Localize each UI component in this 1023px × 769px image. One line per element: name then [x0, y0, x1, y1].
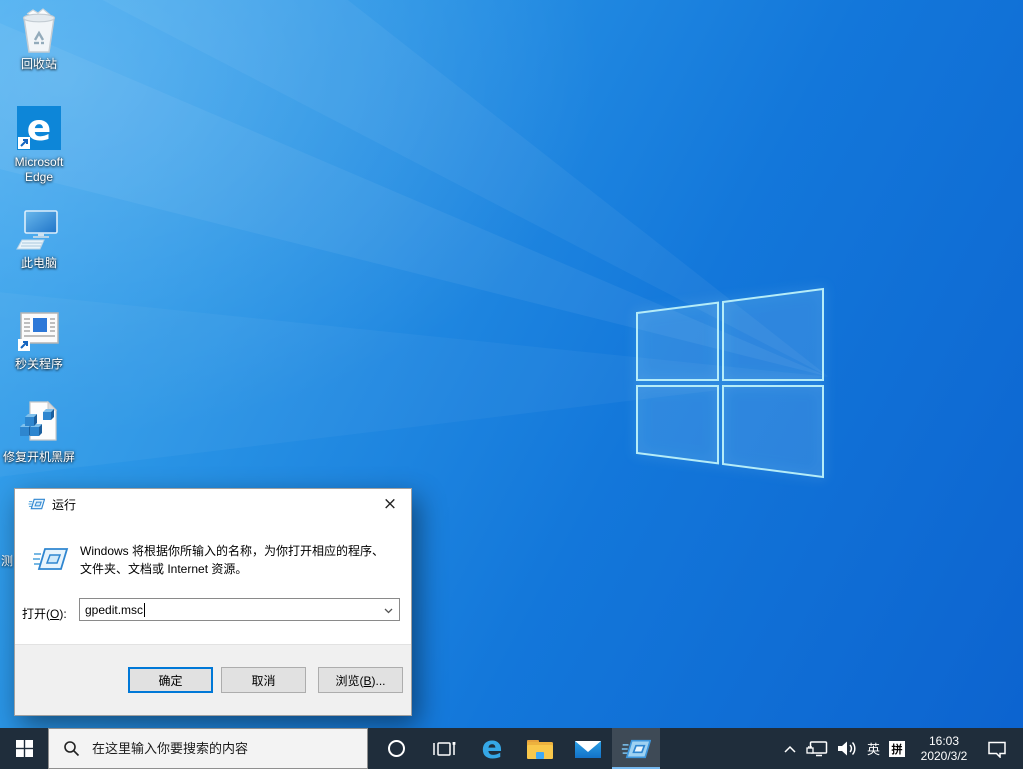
- network-tray-button[interactable]: [806, 740, 828, 757]
- taskbar-search[interactable]: [48, 728, 368, 769]
- text-caret: [144, 603, 145, 617]
- task-view-icon: [432, 740, 456, 758]
- network-icon: [806, 740, 828, 757]
- dialog-title: 运行: [52, 496, 76, 513]
- search-input[interactable]: [90, 740, 340, 757]
- browse-button[interactable]: 浏览(B)...: [318, 667, 403, 693]
- file-explorer-icon: [526, 737, 554, 761]
- desktop-icon-label: 回收站: [21, 57, 57, 72]
- run-dialog: 运行 × Windows 将根据你所输入的名称，为你打开相应的程序、 文件夹、文…: [14, 488, 412, 716]
- edge-taskbar-button[interactable]: e: [468, 728, 516, 769]
- combo-dropdown-icon[interactable]: [382, 604, 395, 617]
- run-command-input[interactable]: gpedit.msc: [79, 598, 400, 621]
- run-dialog-title-icon: [28, 497, 45, 511]
- desktop-icon-label-partial[interactable]: 测: [1, 552, 13, 569]
- desktop-icon-label: 此电脑: [21, 256, 57, 271]
- file-explorer-button[interactable]: [516, 728, 564, 769]
- run-app-taskbar-button[interactable]: [612, 728, 660, 769]
- search-icon: [63, 740, 80, 757]
- registry-file-icon: [15, 399, 63, 447]
- description-line2: 文件夹、文档或 Internet 资源。: [80, 560, 384, 578]
- open-label: 打开(O):: [22, 605, 67, 622]
- run-dialog-titlebar[interactable]: 运行 ×: [15, 489, 411, 519]
- speaker-icon: [837, 740, 858, 757]
- run-icon: [31, 545, 69, 573]
- desktop-icon-label: 秒关程序: [15, 357, 63, 372]
- volume-tray-button[interactable]: [837, 740, 858, 757]
- run-app-icon: [621, 737, 651, 761]
- taskbar: e: [0, 728, 1023, 769]
- task-view-button[interactable]: [420, 728, 468, 769]
- desktop-icon-this-pc[interactable]: 此电脑: [1, 205, 77, 271]
- desktop-icon-label: Microsoft Edge: [2, 155, 76, 185]
- desktop-icon-quick-close-program[interactable]: 秒关程序: [1, 306, 77, 372]
- cancel-button[interactable]: 取消: [221, 667, 306, 693]
- run-dialog-description: Windows 将根据你所输入的名称，为你打开相应的程序、 文件夹、文档或 In…: [80, 542, 384, 578]
- ime-mode-icon[interactable]: 拼: [889, 741, 905, 757]
- program-window-icon: [15, 306, 63, 354]
- cortana-button[interactable]: [372, 728, 420, 769]
- mail-button[interactable]: [564, 728, 612, 769]
- run-command-value: gpedit.msc: [85, 603, 143, 617]
- microsoft-edge-icon: e: [15, 104, 63, 152]
- svg-text:e: e: [27, 108, 51, 149]
- windows-logo: [630, 282, 830, 484]
- action-center-button[interactable]: [987, 740, 1007, 758]
- description-line1: Windows 将根据你所输入的名称，为你打开相应的程序、: [80, 542, 384, 560]
- clock-date: 2020/3/2: [921, 749, 968, 764]
- chevron-up-icon: [783, 744, 797, 754]
- desktop-icon-label: 修复开机黑屏: [3, 450, 75, 465]
- this-pc-icon: [15, 205, 63, 253]
- recycle-bin-icon: [15, 6, 63, 54]
- ime-language-indicator[interactable]: 英: [867, 739, 880, 758]
- cortana-icon: [388, 740, 405, 757]
- windows-start-icon: [16, 740, 33, 757]
- clock-time: 16:03: [929, 734, 959, 749]
- start-button[interactable]: [0, 728, 48, 769]
- mail-icon: [574, 738, 602, 760]
- desktop-icon-microsoft-edge[interactable]: e Microsoft Edge: [1, 104, 77, 185]
- system-tray: 英 拼 16:03 2020/3/2: [774, 728, 1023, 769]
- action-center-icon: [987, 740, 1007, 758]
- edge-icon: e: [481, 733, 502, 764]
- desktop-icon-fix-black-screen[interactable]: 修复开机黑屏: [1, 399, 77, 465]
- desktop-screen: 回收站 e Microsoft Edge: [0, 0, 1023, 769]
- dialog-button-band: 确定 取消 浏览(B)...: [15, 644, 411, 715]
- close-button[interactable]: ×: [373, 489, 407, 519]
- taskbar-clock[interactable]: 16:03 2020/3/2: [915, 734, 973, 764]
- tray-overflow-button[interactable]: [783, 744, 797, 754]
- ok-button[interactable]: 确定: [128, 667, 213, 693]
- desktop-icon-recycle-bin[interactable]: 回收站: [1, 6, 77, 72]
